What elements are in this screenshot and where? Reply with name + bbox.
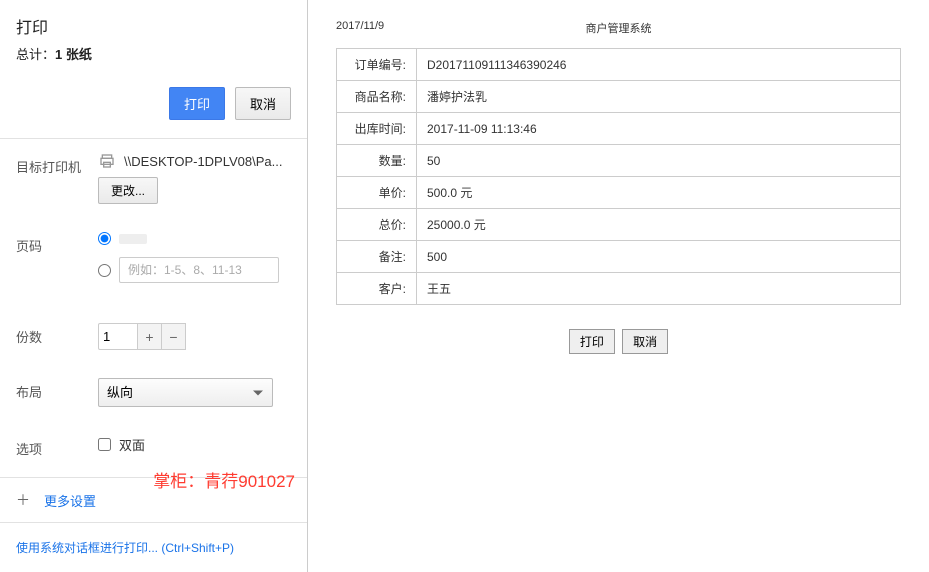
printer-icon	[98, 153, 116, 169]
sheet-summary: 总计：1 张纸	[16, 44, 291, 63]
duplex-label: 双面	[119, 435, 145, 454]
print-settings-panel: 打印 总计：1 张纸 打印 取消 目标打印机 \\DESKTOP-1DPLV08…	[0, 0, 308, 572]
destination-label: 目标打印机	[16, 153, 98, 176]
table-row: 客户:王五	[337, 273, 901, 305]
panel-header: 打印 总计：1 张纸	[0, 0, 307, 73]
copies-row: 份数 + −	[0, 309, 307, 364]
cell-value: 50	[417, 145, 901, 177]
cell-value: 王五	[417, 273, 901, 305]
print-button[interactable]: 打印	[169, 87, 225, 120]
cell-label: 出库时间:	[337, 113, 417, 145]
cell-value: 25000.0 元	[417, 209, 901, 241]
system-dialog-link[interactable]: 使用系统对话框进行打印... (Ctrl+Shift+P)	[0, 523, 307, 572]
table-row: 备注:500	[337, 241, 901, 273]
table-row: 出库时间:2017-11-09 11:13:46	[337, 113, 901, 145]
layout-row: 布局 纵向	[0, 364, 307, 421]
preview-print-button[interactable]: 打印	[569, 329, 615, 354]
order-data-table: 订单编号:D20171109111346390246商品名称:潘婷护法乳出库时间…	[336, 48, 901, 305]
change-printer-button[interactable]: 更改...	[98, 177, 158, 204]
preview-actions: 打印 取消	[336, 329, 901, 354]
pages-label: 页码	[16, 232, 98, 255]
cell-value: D20171109111346390246	[417, 49, 901, 81]
options-label: 选项	[16, 435, 98, 458]
copies-decrement-button[interactable]: −	[162, 323, 186, 350]
settings-rows: 目标打印机 \\DESKTOP-1DPLV08\Pa... 更改... 页码	[0, 139, 307, 477]
pages-all-label	[119, 234, 147, 244]
panel-title: 打印	[16, 14, 291, 38]
preview-system-name: 商户管理系统	[524, 20, 712, 36]
table-row: 总价:25000.0 元	[337, 209, 901, 241]
pages-custom-radio[interactable]	[98, 264, 111, 277]
cell-label: 数量:	[337, 145, 417, 177]
more-settings-button[interactable]: ＋ 更多设置	[0, 477, 307, 523]
cell-value: 潘婷护法乳	[417, 81, 901, 113]
cancel-button[interactable]: 取消	[235, 87, 291, 120]
action-row: 打印 取消	[0, 73, 307, 139]
pages-all-radio[interactable]	[98, 232, 111, 245]
cell-label: 客户:	[337, 273, 417, 305]
preview-header: 2017/11/9 商户管理系统	[336, 20, 901, 36]
duplex-checkbox[interactable]	[98, 438, 111, 451]
table-row: 单价:500.0 元	[337, 177, 901, 209]
destination-row: 目标打印机 \\DESKTOP-1DPLV08\Pa... 更改...	[0, 139, 307, 218]
pages-row: 页码	[0, 218, 307, 309]
layout-label: 布局	[16, 378, 98, 401]
table-row: 数量:50	[337, 145, 901, 177]
print-preview-area: 2017/11/9 商户管理系统 订单编号:D20171109111346390…	[308, 0, 929, 572]
layout-select[interactable]: 纵向	[98, 378, 273, 407]
pages-range-input[interactable]	[119, 257, 279, 283]
pages-all-radio-row	[98, 232, 291, 245]
table-row: 订单编号:D20171109111346390246	[337, 49, 901, 81]
cell-label: 备注:	[337, 241, 417, 273]
duplex-checkbox-row[interactable]: 双面	[98, 435, 291, 454]
pages-custom-radio-row	[98, 257, 291, 283]
preview-date: 2017/11/9	[336, 20, 524, 36]
preview-cancel-button[interactable]: 取消	[622, 329, 668, 354]
cell-label: 单价:	[337, 177, 417, 209]
copies-increment-button[interactable]: +	[138, 323, 162, 350]
copies-input[interactable]	[98, 323, 138, 350]
printer-destination: \\DESKTOP-1DPLV08\Pa...	[98, 153, 291, 169]
printer-name: \\DESKTOP-1DPLV08\Pa...	[124, 154, 282, 169]
plus-icon: ＋	[16, 490, 30, 510]
cell-value: 500	[417, 241, 901, 273]
copies-stepper: + −	[98, 323, 291, 350]
cell-value: 2017-11-09 11:13:46	[417, 113, 901, 145]
options-row: 选项 双面	[0, 421, 307, 472]
cell-value: 500.0 元	[417, 177, 901, 209]
copies-label: 份数	[16, 323, 98, 346]
cell-label: 商品名称:	[337, 81, 417, 113]
cell-label: 总价:	[337, 209, 417, 241]
table-row: 商品名称:潘婷护法乳	[337, 81, 901, 113]
cell-label: 订单编号:	[337, 49, 417, 81]
